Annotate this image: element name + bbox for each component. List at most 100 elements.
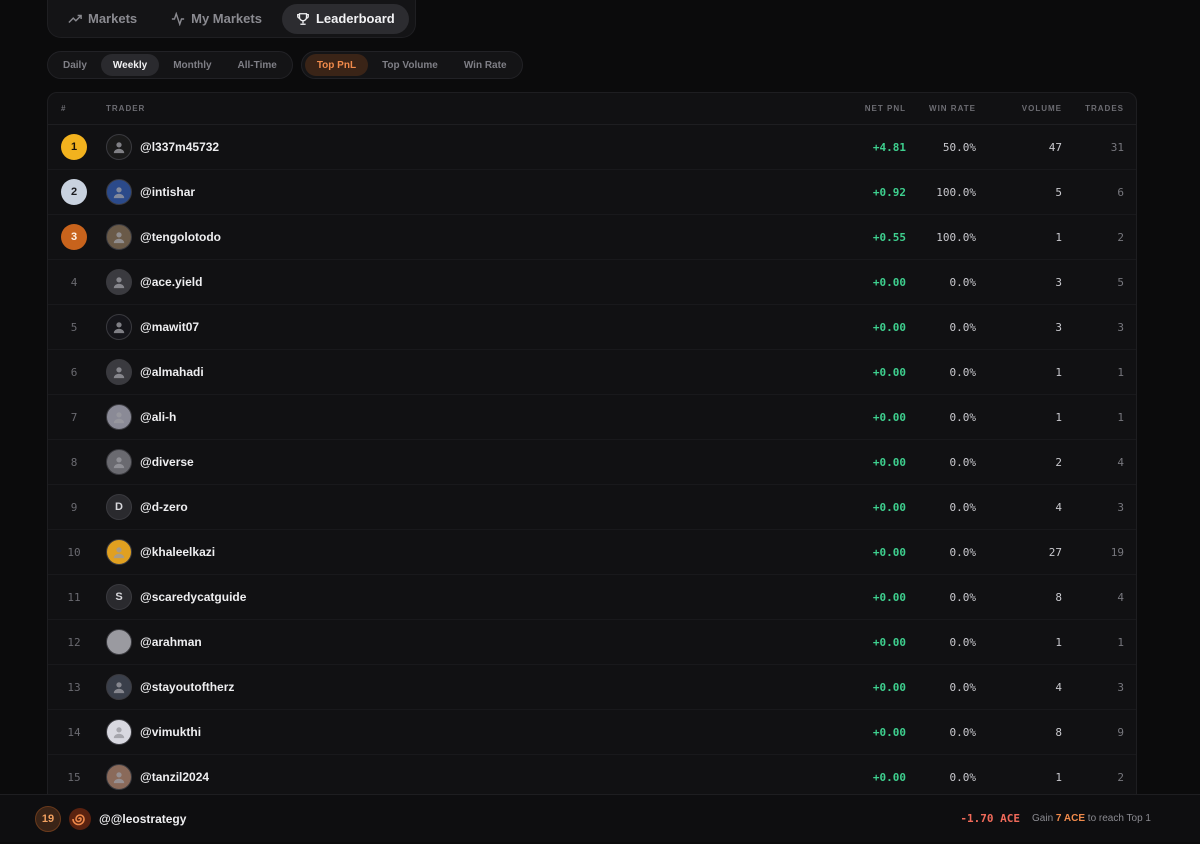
avatar[interactable]	[106, 224, 132, 250]
win-rate-cell: 100.0%	[906, 228, 976, 246]
table-row[interactable]: 10 @khaleelkazi +0.00 0.0% 27 19	[48, 530, 1136, 575]
leaderboard-table: # TRADER NET PNL WIN RATE VOLUME TRADES …	[47, 92, 1137, 812]
table-row[interactable]: 13 @stayoutoftherz +0.00 0.0% 4 3	[48, 665, 1136, 710]
avatar[interactable]	[106, 764, 132, 790]
table-row[interactable]: 3 @tengolotodo +0.55 100.0% 1 2	[48, 215, 1136, 260]
trades-cell: 1	[1062, 408, 1124, 426]
avatar[interactable]	[106, 539, 132, 565]
avatar[interactable]	[106, 314, 132, 340]
avatar[interactable]	[106, 269, 132, 295]
tab-leaderboard[interactable]: Leaderboard	[281, 3, 409, 34]
trader-handle[interactable]: @scaredycatguide	[140, 590, 246, 604]
avatar[interactable]	[106, 674, 132, 700]
table-row[interactable]: 1 @l337m45732 +4.81 50.0% 47 31	[48, 125, 1136, 170]
win-rate-cell-value: 0.0%	[949, 411, 977, 424]
trader-handle[interactable]: @diverse	[140, 455, 194, 469]
trades-cell-value: 1	[1117, 366, 1124, 379]
table-row[interactable]: 11 S @scaredycatguide +0.00 0.0% 8 4	[48, 575, 1136, 620]
filter-top-pnl[interactable]: Top PnL	[304, 54, 369, 76]
avatar[interactable]	[106, 134, 132, 160]
volume-cell-value: 47	[1048, 141, 1062, 154]
header-volume[interactable]: VOLUME	[976, 104, 1062, 113]
net-pnl-cell-value: +0.00	[872, 771, 906, 784]
table-row[interactable]: 5 @mawit07 +0.00 0.0% 3 3	[48, 305, 1136, 350]
table-row[interactable]: 8 @diverse +0.00 0.0% 2 4	[48, 440, 1136, 485]
table-row[interactable]: 9 D @d-zero +0.00 0.0% 4 3	[48, 485, 1136, 530]
table-row[interactable]: 4 @ace.yield +0.00 0.0% 3 5	[48, 260, 1136, 305]
filter-all-time[interactable]: All-Time	[226, 54, 289, 76]
win-rate-cell-value: 0.0%	[949, 771, 977, 784]
trader-handle[interactable]: @ace.yield	[140, 275, 202, 289]
header-trades[interactable]: TRADES	[1062, 104, 1124, 113]
rank-number: 14	[67, 725, 81, 739]
trader-cell: @intishar	[106, 179, 786, 205]
trader-handle[interactable]: @tanzil2024	[140, 770, 209, 784]
net-pnl-cell: +0.00	[786, 363, 906, 381]
avatar[interactable]	[106, 179, 132, 205]
win-rate-cell: 0.0%	[906, 363, 977, 381]
table-row[interactable]: 6 @almahadi +0.00 0.0% 1 1	[48, 350, 1136, 395]
trades-cell-value: 3	[1117, 501, 1124, 514]
user-icon	[113, 637, 125, 649]
gain-hint: Gain 7 ACE to reach Top 1	[1032, 813, 1151, 824]
avatar[interactable]: D	[106, 494, 132, 520]
avatar[interactable]	[106, 404, 132, 430]
avatar[interactable]	[106, 449, 132, 475]
table-row[interactable]: 14 @vimukthi +0.00 0.0% 8 9	[48, 710, 1136, 755]
trades-cell: 3	[1062, 678, 1124, 696]
table-row[interactable]: 2 @intishar +0.92 100.0% 5 6	[48, 170, 1136, 215]
trades-cell: 4	[1062, 453, 1124, 471]
trader-handle[interactable]: @mawit07	[140, 320, 199, 334]
my-handle[interactable]: @@leostrategy	[99, 812, 186, 826]
volume-cell-value: 1	[1055, 231, 1062, 244]
volume-cell: 5	[976, 183, 1062, 201]
trader-handle[interactable]: @d-zero	[140, 500, 188, 514]
net-pnl-cell: +0.00	[786, 588, 906, 606]
avatar[interactable]: S	[106, 584, 132, 610]
tab-markets[interactable]: Markets	[54, 4, 151, 34]
volume-cell: 27	[976, 543, 1062, 561]
tab-leaderboard-label: Leaderboard	[315, 11, 395, 26]
rank-cell: 6	[48, 366, 106, 379]
net-pnl-cell: +0.00	[786, 408, 906, 426]
filter-win-rate[interactable]: Win Rate	[452, 54, 519, 76]
trades-cell: 4	[1062, 588, 1124, 606]
avatar[interactable]	[106, 719, 132, 745]
win-rate-cell: 0.0%	[906, 768, 977, 786]
trader-handle[interactable]: @arahman	[140, 635, 202, 649]
rank-cell: 7	[48, 411, 106, 424]
trader-handle[interactable]: @ali-h	[140, 410, 176, 424]
rank-medal: 1	[61, 134, 87, 160]
filter-daily[interactable]: Daily	[51, 54, 99, 76]
header-win-rate[interactable]: WIN RATE	[906, 104, 976, 113]
sort-filter: Top PnL Top Volume Win Rate	[300, 51, 523, 79]
avatar[interactable]	[106, 629, 132, 655]
trader-handle[interactable]: @vimukthi	[140, 725, 201, 739]
trader-handle[interactable]: @khaleelkazi	[140, 545, 215, 559]
filter-top-volume[interactable]: Top Volume	[370, 54, 450, 76]
tab-my-markets[interactable]: My Markets	[157, 4, 276, 34]
trader-handle[interactable]: @stayoutoftherz	[140, 680, 234, 694]
win-rate-cell-value: 100.0%	[936, 186, 976, 199]
win-rate-cell-value: 0.0%	[949, 456, 977, 469]
volume-cell-value: 2	[1055, 456, 1062, 469]
trader-handle[interactable]: @tengolotodo	[140, 230, 221, 244]
trader-cell: @stayoutoftherz	[106, 674, 786, 700]
filter-monthly[interactable]: Monthly	[161, 54, 223, 76]
avatar[interactable]	[106, 359, 132, 385]
filter-weekly[interactable]: Weekly	[100, 54, 160, 76]
trader-cell: @ali-h	[106, 404, 786, 430]
net-pnl-cell: +4.81	[786, 138, 906, 156]
win-rate-cell-value: 0.0%	[949, 276, 977, 289]
win-rate-cell: 0.0%	[906, 498, 977, 516]
table-row[interactable]: 7 @ali-h +0.00 0.0% 1 1	[48, 395, 1136, 440]
table-row[interactable]: 12 @arahman +0.00 0.0% 1 1	[48, 620, 1136, 665]
trader-handle[interactable]: @l337m45732	[140, 140, 219, 154]
header-net-pnl[interactable]: NET PNL	[786, 104, 906, 113]
trades-cell-value: 2	[1117, 231, 1124, 244]
trader-handle[interactable]: @intishar	[140, 185, 195, 199]
user-icon	[113, 727, 125, 739]
volume-cell: 3	[976, 318, 1062, 336]
trader-handle[interactable]: @almahadi	[140, 365, 204, 379]
gain-amount: 7 ACE	[1055, 813, 1086, 824]
